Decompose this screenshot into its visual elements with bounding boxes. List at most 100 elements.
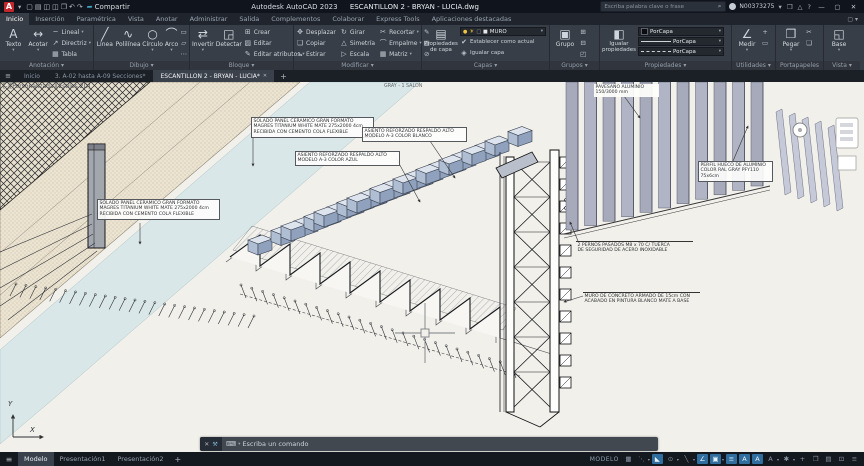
circulo-button[interactable]: ○ Círculo ▾ [142,27,163,53]
close-tab-icon[interactable]: ✕ [263,73,267,79]
minimize-button[interactable]: — [815,3,828,11]
polar-tracking-icon[interactable]: ⊙ [665,454,676,464]
base-button[interactable]: ◱ Base ▾ [826,27,852,53]
pegar-button[interactable]: ❒ Pegar ▾ [778,27,804,53]
ribbon-tab-vista[interactable]: Vista [122,13,150,25]
viewport-controls[interactable]: [-][Personalizada][Estilos 2D] [3,83,90,90]
snap-mode-icon[interactable]: ⋱ [636,454,647,464]
ribbon-tab-complementos[interactable]: Complementos [265,13,326,25]
grid-icon[interactable]: ▦ [623,454,634,464]
auto-annotation-icon[interactable]: A [765,454,776,464]
isometric-drafting-icon[interactable]: ╲ [681,454,692,464]
app-store-icon[interactable]: ❒ [786,3,794,11]
panel-dropdown-vista[interactable]: Vista ▾ [824,61,860,70]
save-as-icon[interactable]: ◫ [51,3,60,11]
desplazar-button[interactable]: ✥ Desplazar [296,27,336,37]
new-layout-button[interactable]: + [169,452,186,466]
panel-dropdown-capas[interactable]: Capas ▾ [422,61,549,70]
tool-icon[interactable]: ✂ [806,27,812,37]
escala-button[interactable]: ▷ Escala [340,49,375,59]
ribbon-tab-colaborar[interactable]: Colaborar [326,13,370,25]
ribbon-tab-inicio[interactable]: Inicio [0,13,30,25]
account-caret-icon[interactable]: ▾ [777,3,782,11]
ribbon-tab-anotar[interactable]: Anotar [150,13,184,25]
layout-tab-presentaci-n1[interactable]: Presentación1 [54,452,112,466]
ribbon-tab-express-tools[interactable]: Express Tools [370,13,425,25]
doc-tab-inicio[interactable]: Inicio [17,70,47,82]
tool-icon[interactable]: ▭ [181,27,188,37]
close-icon[interactable]: ✕ [204,441,209,448]
model-space-label[interactable]: MODELO [590,456,619,463]
redo-icon[interactable]: ↷ [76,3,84,11]
undo-icon[interactable]: ↶ [68,3,76,11]
close-button[interactable]: ✕ [847,3,860,11]
girar-button[interactable]: ↻ Girar [340,27,375,37]
ribbon-tab-inserci-n[interactable]: Inserción [29,13,70,25]
recortar-button[interactable]: ✂ Recortar ▾ [379,27,422,37]
ribbon-tab-aplicaciones-destacadas[interactable]: Aplicaciones destacadas [426,13,518,25]
tray-icon[interactable]: ▤ [823,454,834,464]
ribbon-tab-administrar[interactable]: Administrar [184,13,234,25]
caret-down-icon[interactable]: ▾ [677,457,679,462]
propiedades-de-capa-button[interactable]: ▤ Propiedades de capa [424,27,458,53]
save-icon[interactable]: ◫ [43,3,52,11]
clean-screen-icon[interactable]: ⊡ [836,454,847,464]
igualar-capa-button[interactable]: ◈ Igualar capa [460,48,547,58]
panel-label-portapapeles[interactable]: Portapapeles [776,61,823,70]
tabla-button[interactable]: ▦ Tabla [51,49,91,59]
panel-dropdown-bloque[interactable]: Bloque ▾ [190,61,293,70]
object-snap-icon[interactable]: ▣ [709,454,721,464]
doc-tab-3-a-02-hasta-a-09-secciones[interactable]: 3. A-02 hasta A-09 Secciones* [48,70,153,82]
layout-tab-modelo[interactable]: Modelo [18,452,54,466]
panel-dropdown-grupos[interactable]: Grupos ▾ [550,61,599,70]
invertir-button[interactable]: ⇄ Invertir ▾ [192,27,214,53]
app-menu-caret-icon[interactable]: ▾ [17,3,22,11]
app-logo[interactable]: A [4,1,14,12]
tool-icon[interactable]: ⊞ [580,27,586,37]
new-file-icon[interactable]: ▢ [25,3,34,11]
isolate-objects-icon[interactable]: + [797,454,808,464]
drawing-viewport[interactable]: [-][Personalizada][Estilos 2D] GRAY - 1 … [0,82,864,452]
customization-icon[interactable]: ✱ [781,454,792,464]
panel-dropdown-propiedades[interactable]: Propiedades ▾ [600,61,731,70]
caret-down-icon[interactable]: ▾ [648,457,650,462]
annotation-scale-icon[interactable]: A [738,454,750,464]
plot-icon[interactable]: ❐ [60,3,68,11]
ribbon-options-button[interactable]: ▢ ▾ [841,13,864,25]
detectar-button[interactable]: ◲ Detectar [216,27,242,48]
caret-down-icon[interactable]: ▾ [777,457,779,462]
share-button[interactable]: ➦ Compartir [87,3,130,11]
lineweight-icon[interactable]: ≡ [725,454,737,464]
polilinea-button[interactable]: ∿ Polilínea [116,27,141,48]
annotation-visibility-icon[interactable]: A [751,454,763,464]
object-snap-tracking-icon[interactable]: ∠ [696,454,708,464]
empalme-button[interactable]: ⌒ Empalme ▾ [379,38,422,48]
estirar-button[interactable]: ↘ Estirar [296,49,336,59]
texto-button[interactable]: A Texto ▾ [2,27,25,53]
tool-icon[interactable]: ❏ [806,38,812,48]
acotar-button[interactable]: ↔ Acotar ▾ [27,27,50,53]
grupo-button[interactable]: ▣ Grupo [552,27,578,48]
file-tabs-menu-icon[interactable]: ≡ [0,70,16,82]
arco-button[interactable]: ⌒ Arco ▾ [165,27,179,53]
tool-icon[interactable]: ⊟ [580,38,586,48]
linetype-dropdown[interactable]: PorCapa ▾ [638,47,724,56]
layout-tab-presentaci-n2[interactable]: Presentación2 [111,452,169,466]
panel-dropdown-anotacion[interactable]: Anotación ▾ [0,61,93,70]
simetr-a-button[interactable]: △ Simetría [340,38,375,48]
ribbon-tab-param-trica[interactable]: Paramétrica [71,13,122,25]
lineal-button[interactable]: ─ Lineal ▾ [51,27,91,37]
caret-down-icon[interactable]: ▾ [793,457,795,462]
caret-down-icon[interactable]: ▾ [238,442,240,447]
panel-dropdown-utilidades[interactable]: Utilidades ▾ [732,61,775,70]
infer-constraints-icon[interactable]: ◣ [651,454,663,464]
igualar-propiedades-button[interactable]: ◧ Igualar propiedades [602,27,636,53]
medir-button[interactable]: ∠ Medir ▾ [734,27,760,53]
tool-icon[interactable]: ◰ [580,49,586,59]
establecer-como-actual-button[interactable]: ✔ Establecer como actual [460,37,547,47]
plot-status-icon[interactable]: ❐ [810,454,821,464]
command-line[interactable]: ✕ ⚒ ⌨ ▾ Escriba un comando [200,437,658,451]
open-icon[interactable]: ▤ [34,3,43,11]
tool-icon[interactable]: ▱ [181,38,188,48]
user-avatar[interactable] [729,3,737,10]
